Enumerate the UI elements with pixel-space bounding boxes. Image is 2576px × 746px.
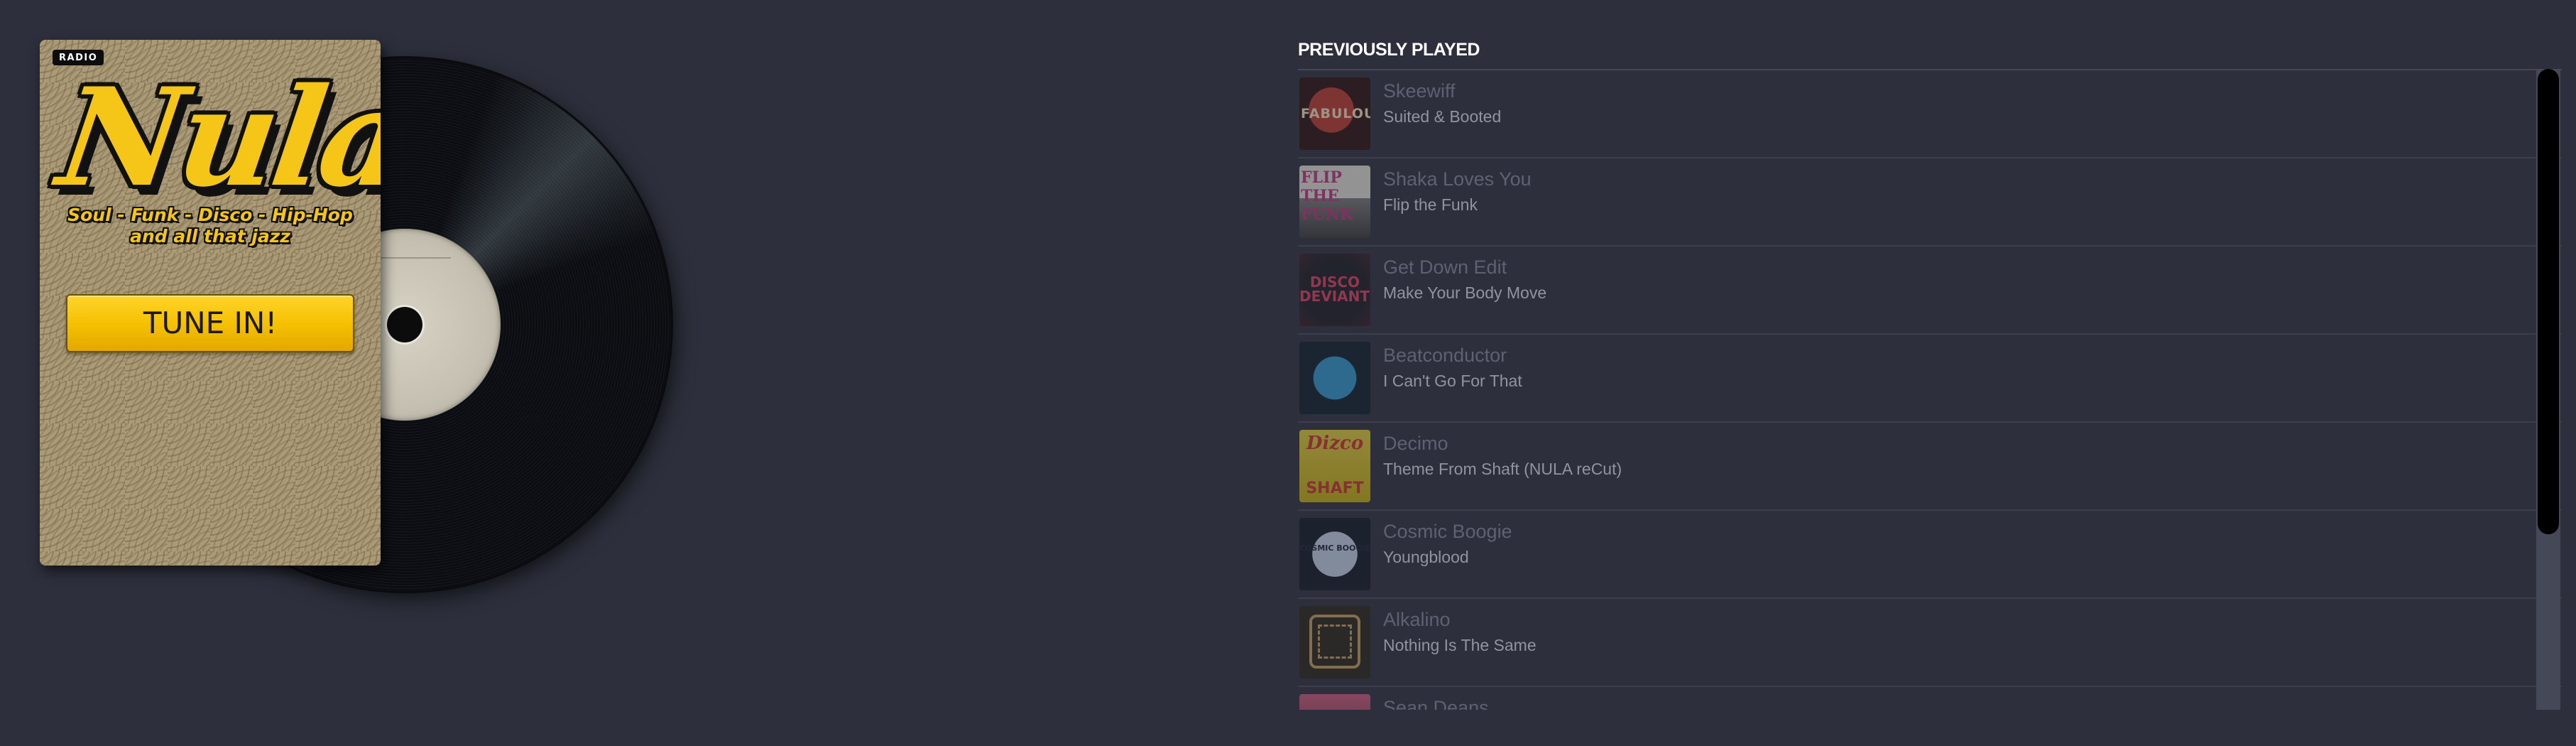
track-artist: Sean Deans: [1383, 697, 1489, 710]
album-cover: FABULOUS: [1299, 77, 1370, 150]
track-artist: Beatconductor: [1383, 345, 1507, 366]
album-cover-text: FLIP THE FUNK: [1301, 168, 1354, 224]
previously-played-list[interactable]: FABULOUS Skeewiff Suited & Booted FLIP T…: [1298, 69, 2562, 710]
tagline-line-1: Soul - Funk - Disco - Hip-Hop: [67, 205, 353, 225]
track-item[interactable]: Beatconductor I Can't Go For That: [1298, 335, 2562, 423]
track-item[interactable]: Alkalino Nothing Is The Same: [1298, 599, 2562, 687]
record-spindle-hole: [387, 307, 422, 342]
album-cover: Dizco SHAFT: [1299, 430, 1370, 502]
track-artist: Skeewiff: [1383, 80, 1456, 102]
track-title: Youngblood: [1383, 548, 1469, 566]
track-title: Flip the Funk: [1383, 195, 1478, 214]
track-item[interactable]: COSMIC BOOGIE Cosmic Boogie Youngblood: [1298, 511, 2562, 599]
player-card: RADIO Nula Soul - Funk - Disco - Hip-Hop…: [40, 40, 381, 566]
track-artist: Get Down Edit: [1383, 256, 1507, 278]
album-cover: [1299, 694, 1370, 710]
scrollbar-thumb[interactable]: [2538, 69, 2559, 534]
track-title: Suited & Booted: [1383, 107, 1502, 126]
album-cover: [1299, 342, 1370, 414]
station-tagline: Soul - Funk - Disco - Hip-Hop and all th…: [47, 205, 373, 247]
album-cover: FLIP THE FUNK: [1299, 166, 1370, 238]
track-item[interactable]: Dizco SHAFT Decimo Theme From Shaft (NUL…: [1298, 423, 2562, 511]
tune-in-button[interactable]: TUNE IN!: [66, 294, 354, 352]
track-artist: Decimo: [1383, 433, 1448, 454]
album-cover-text-2: SHAFT: [1306, 480, 1364, 497]
album-cover-text: FABULOUS: [1301, 106, 1370, 121]
track-artist: Shaka Loves You: [1383, 168, 1532, 190]
previously-played-heading: PREVIOUSLY PLAYED: [1298, 40, 1480, 60]
album-cover-text: DISCO DEVIANTS: [1299, 274, 1370, 305]
station-logo: Nula: [50, 58, 381, 217]
album-cover-text: COSMIC BOOGIE: [1299, 544, 1370, 553]
album-cover-grid: [1318, 625, 1352, 659]
track-title: Nothing Is The Same: [1383, 636, 1537, 654]
track-item[interactable]: Sean Deans: [1298, 687, 2562, 710]
track-item[interactable]: FABULOUS Skeewiff Suited & Booted: [1298, 70, 2562, 158]
tagline-line-2: and all that jazz: [130, 226, 290, 247]
track-title: I Can't Go For That: [1383, 372, 1522, 390]
track-artist: Cosmic Boogie: [1383, 521, 1512, 542]
album-cover: COSMIC BOOGIE: [1299, 518, 1370, 590]
album-cover-text: Dizco: [1306, 433, 1364, 454]
track-title: Theme From Shaft (NULA reCut): [1383, 460, 1622, 478]
track-item[interactable]: DISCO DEVIANTS Get Down Edit Make Your B…: [1298, 247, 2562, 335]
track-title: Make Your Body Move: [1383, 283, 1547, 302]
track-item[interactable]: FLIP THE FUNK Shaka Loves You Flip the F…: [1298, 158, 2562, 247]
album-cover: [1299, 606, 1370, 679]
album-cover: DISCO DEVIANTS: [1299, 254, 1370, 326]
track-artist: Alkalino: [1383, 609, 1451, 630]
